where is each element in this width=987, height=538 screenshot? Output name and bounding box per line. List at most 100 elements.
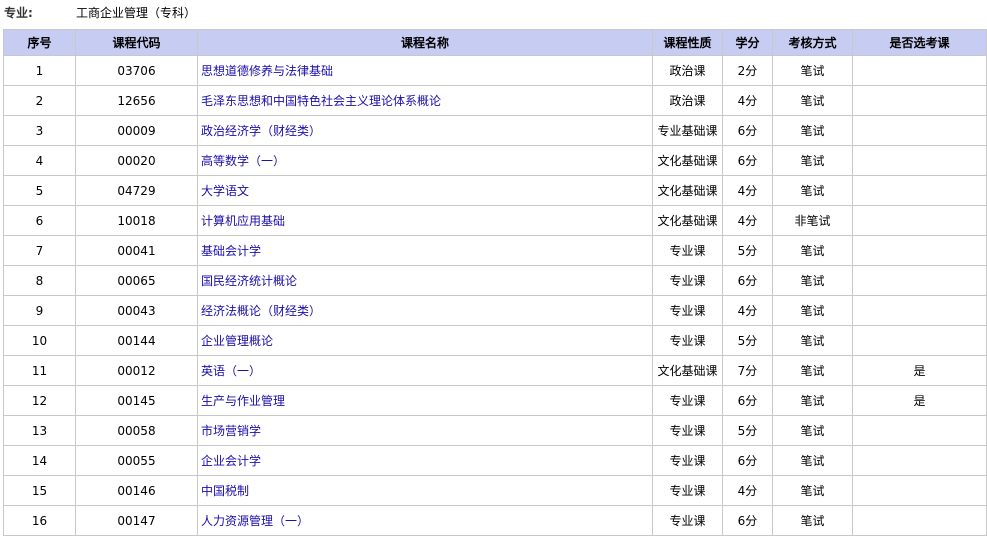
cell-type: 文化基础课 bbox=[652, 145, 723, 176]
course-name-link[interactable]: 人力资源管理（一） bbox=[201, 514, 309, 528]
course-name-link[interactable]: 毛泽东思想和中国特色社会主义理论体系概论 bbox=[201, 94, 441, 108]
cell-name: 高等数学（一） bbox=[197, 145, 653, 176]
cell-no: 15 bbox=[3, 475, 76, 506]
cell-code: 00065 bbox=[75, 265, 198, 296]
cell-elective bbox=[852, 445, 987, 476]
cell-elective bbox=[852, 475, 987, 506]
cell-elective bbox=[852, 325, 987, 356]
cell-code: 04729 bbox=[75, 175, 198, 206]
cell-credit: 5分 bbox=[722, 235, 773, 266]
cell-exam: 笔试 bbox=[772, 175, 853, 206]
cell-type: 专业课 bbox=[652, 475, 723, 506]
cell-elective: 是 bbox=[852, 385, 987, 416]
cell-name: 毛泽东思想和中国特色社会主义理论体系概论 bbox=[197, 85, 653, 116]
header-elective: 是否选考课 bbox=[852, 29, 987, 56]
cell-name: 企业管理概论 bbox=[197, 325, 653, 356]
cell-no: 12 bbox=[3, 385, 76, 416]
cell-code: 00012 bbox=[75, 355, 198, 386]
course-table: 序号 课程代码 课程名称 课程性质 学分 考核方式 是否选考课 1 03706 思想… bbox=[3, 29, 987, 536]
table-row: 13 00058 市场营销学 专业课 5分 笔试 bbox=[3, 415, 987, 446]
cell-exam: 笔试 bbox=[772, 325, 853, 356]
major-line: 专业: 工商企业管理（专科） bbox=[0, 0, 987, 26]
cell-name: 生产与作业管理 bbox=[197, 385, 653, 416]
cell-name: 英语（一） bbox=[197, 355, 653, 386]
cell-exam: 笔试 bbox=[772, 355, 853, 386]
course-name-link[interactable]: 思想道德修养与法律基础 bbox=[201, 64, 333, 78]
major-value: 工商企业管理（专科） bbox=[76, 6, 197, 20]
cell-elective bbox=[852, 295, 987, 326]
cell-no: 8 bbox=[3, 265, 76, 296]
table-body: 1 03706 思想道德修养与法律基础 政治课 2分 笔试 2 12656 毛泽东思想和中国特色… bbox=[3, 55, 987, 536]
course-name-link[interactable]: 国民经济统计概论 bbox=[201, 274, 297, 288]
cell-credit: 6分 bbox=[722, 115, 773, 146]
header-credit: 学分 bbox=[722, 29, 773, 56]
course-name-link[interactable]: 高等数学（一） bbox=[201, 154, 285, 168]
course-name-link[interactable]: 经济法概论（财经类） bbox=[201, 304, 321, 318]
cell-credit: 7分 bbox=[722, 355, 773, 386]
cell-type: 专业课 bbox=[652, 385, 723, 416]
table-row: 14 00055 企业会计学 专业课 6分 笔试 bbox=[3, 445, 987, 476]
cell-name: 国民经济统计概论 bbox=[197, 265, 653, 296]
course-name-link[interactable]: 市场营销学 bbox=[201, 424, 261, 438]
cell-no: 10 bbox=[3, 325, 76, 356]
cell-elective bbox=[852, 205, 987, 236]
cell-type: 专业课 bbox=[652, 445, 723, 476]
cell-exam: 笔试 bbox=[772, 265, 853, 296]
cell-exam: 笔试 bbox=[772, 475, 853, 506]
cell-elective bbox=[852, 115, 987, 146]
cell-credit: 4分 bbox=[722, 205, 773, 236]
cell-type: 政治课 bbox=[652, 85, 723, 116]
cell-name: 中国税制 bbox=[197, 475, 653, 506]
table-row: 11 00012 英语（一） 文化基础课 7分 笔试是 bbox=[3, 355, 987, 386]
cell-credit: 4分 bbox=[722, 175, 773, 206]
cell-name: 计算机应用基础 bbox=[197, 205, 653, 236]
table-header-row: 序号 课程代码 课程名称 课程性质 学分 考核方式 是否选考课 bbox=[3, 29, 987, 56]
cell-credit: 2分 bbox=[722, 55, 773, 86]
cell-credit: 5分 bbox=[722, 325, 773, 356]
cell-type: 专业课 bbox=[652, 325, 723, 356]
cell-elective bbox=[852, 235, 987, 266]
table-row: 9 00043 经济法概论（财经类） 专业课 4分 笔试 bbox=[3, 295, 987, 326]
course-name-link[interactable]: 计算机应用基础 bbox=[201, 214, 285, 228]
header-type: 课程性质 bbox=[652, 29, 723, 56]
cell-exam: 笔试 bbox=[772, 505, 853, 536]
cell-type: 专业课 bbox=[652, 415, 723, 446]
table-row: 5 04729 大学语文 文化基础课 4分 笔试 bbox=[3, 175, 987, 206]
cell-code: 00020 bbox=[75, 145, 198, 176]
cell-code: 10018 bbox=[75, 205, 198, 236]
table-row: 16 00147 人力资源管理（一） 专业课 6分 笔试 bbox=[3, 505, 987, 536]
cell-no: 5 bbox=[3, 175, 76, 206]
course-name-link[interactable]: 企业管理概论 bbox=[201, 334, 273, 348]
course-name-link[interactable]: 生产与作业管理 bbox=[201, 394, 285, 408]
cell-no: 6 bbox=[3, 205, 76, 236]
course-name-link[interactable]: 政治经济学（财经类） bbox=[201, 124, 321, 138]
major-label: 专业: bbox=[4, 6, 33, 20]
cell-no: 13 bbox=[3, 415, 76, 446]
table-row: 15 00146 中国税制 专业课 4分 笔试 bbox=[3, 475, 987, 506]
cell-exam: 笔试 bbox=[772, 85, 853, 116]
cell-exam: 笔试 bbox=[772, 295, 853, 326]
course-name-link[interactable]: 企业会计学 bbox=[201, 454, 261, 468]
cell-elective bbox=[852, 505, 987, 536]
table-row: 10 00144 企业管理概论 专业课 5分 笔试 bbox=[3, 325, 987, 356]
cell-type: 专业课 bbox=[652, 235, 723, 266]
course-name-link[interactable]: 中国税制 bbox=[201, 484, 249, 498]
cell-elective: 是 bbox=[852, 355, 987, 386]
header-code: 课程代码 bbox=[75, 29, 198, 56]
cell-type: 专业课 bbox=[652, 505, 723, 536]
course-name-link[interactable]: 英语（一） bbox=[201, 364, 261, 378]
cell-credit: 4分 bbox=[722, 475, 773, 506]
cell-exam: 笔试 bbox=[772, 55, 853, 86]
course-name-link[interactable]: 基础会计学 bbox=[201, 244, 261, 258]
cell-code: 03706 bbox=[75, 55, 198, 86]
cell-credit: 6分 bbox=[722, 505, 773, 536]
cell-type: 专业课 bbox=[652, 295, 723, 326]
table-row: 4 00020 高等数学（一） 文化基础课 6分 笔试 bbox=[3, 145, 987, 176]
cell-no: 1 bbox=[3, 55, 76, 86]
cell-elective bbox=[852, 175, 987, 206]
cell-credit: 5分 bbox=[722, 415, 773, 446]
course-name-link[interactable]: 大学语文 bbox=[201, 184, 249, 198]
cell-name: 企业会计学 bbox=[197, 445, 653, 476]
cell-code: 00058 bbox=[75, 415, 198, 446]
cell-exam: 笔试 bbox=[772, 385, 853, 416]
